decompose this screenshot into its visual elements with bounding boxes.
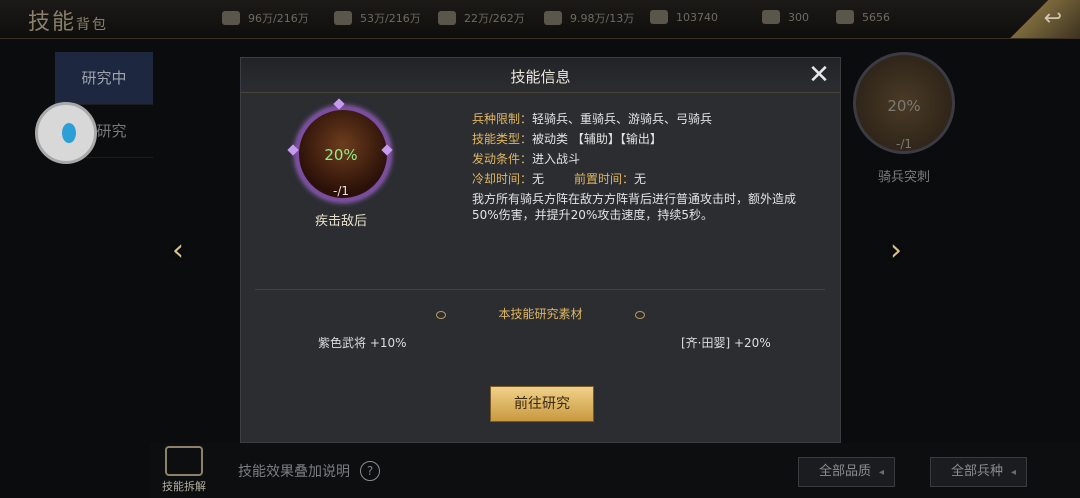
resource-iron: 9.98万/13万 [544,10,634,26]
resource-wood: 53万/216万 [334,10,421,26]
decompose-button[interactable]: 技能拆解 [156,446,212,494]
skill-info-dialog: 技能信息 ✕ 20% -/1 疾击敌后 兵种限制：轻骑兵、重骑兵、游骑兵、弓骑兵… [240,57,841,443]
cooldown-label: 冷却时间： [472,172,533,186]
decompose-label: 技能拆解 [162,480,206,493]
cooldown-value: 无 [532,172,545,186]
dialog-title: 技能信息 [510,68,571,86]
resource-stone: 22万/262万 [438,10,525,26]
divider [255,289,825,290]
resource-troop: 103740 [650,10,718,24]
gold-icon [836,10,854,24]
resource-crown: 300 [762,10,809,24]
resource-value: 103740 [676,10,718,24]
wood-icon [334,11,352,25]
next-arrow-icon[interactable]: › [890,233,902,268]
sidebar: 研究中 已研究 [35,52,153,164]
basket-icon [165,446,203,476]
iron-icon [544,11,562,25]
troop-icon [650,10,668,24]
tab-researching[interactable]: 研究中 [55,52,153,105]
materials-header: 本技能研究素材 [241,305,840,322]
skill-type-value: 被动类 【辅助】【输出】 [532,132,662,146]
prev-arrow-icon[interactable]: ‹ [172,233,184,268]
resource-value: 53万/216万 [360,12,421,25]
back-arrow-icon: ↩ [1043,6,1062,31]
background-skill-count: -/1 [895,137,912,151]
resource-value: 300 [788,10,809,24]
resource-value: 9.98万/13万 [570,12,635,25]
title-main: 技能 [28,10,77,35]
skill-description: 我方所有骑兵方阵在敌方方阵背后进行普通攻击时，额外造成50%伤害，并提升20%攻… [472,192,797,222]
stone-icon [438,11,456,25]
title-sub: 背包 [76,17,109,33]
ornament-icon [634,310,645,319]
troop-limit-value: 轻骑兵、重骑兵、游骑兵、弓骑兵 [532,112,713,126]
resource-wheat: 96万/216万 [222,10,309,26]
screen-title: 技能背包 [28,4,108,36]
go-research-button[interactable]: 前往研究 [490,386,594,422]
resource-value: 5656 [862,10,890,24]
background-skill-icon: 20% -/1 [853,52,955,154]
precast-value: 无 [634,172,647,186]
filter-troop-button[interactable]: 全部兵种 ◂ [930,457,1028,487]
dialog-header: 技能信息 ✕ [241,58,840,93]
help-icon[interactable]: ? [360,461,380,481]
top-bar: 技能背包 96万/216万 53万/216万 22万/262万 9.98万/13… [0,0,1080,39]
back-button[interactable]: ↩ [1010,0,1080,38]
trigger-label: 发动条件： [472,152,533,166]
floating-assistant-button[interactable] [35,102,97,164]
resource-value: 96万/216万 [248,12,309,25]
dropdown-icon: ◂ [1011,467,1017,478]
skill-info-block: 兵种限制：轻骑兵、重骑兵、游骑兵、弓骑兵 技能类型：被动类 【辅助】【输出】 发… [472,109,802,223]
wheat-icon [222,11,240,25]
background-skill-name: 骑兵突刺 [877,170,930,185]
close-icon[interactable]: ✕ [806,62,832,88]
precast-label: 前置时间： [574,172,635,186]
crown-icon [762,10,780,24]
material-purple-general: 紫色武将 +10% [318,336,407,350]
skill-badge: 20% -/1 [287,98,393,204]
resource-gold: 5656 [836,10,890,24]
dropdown-icon: ◂ [879,467,885,478]
skill-count: -/1 [332,184,349,198]
skill-name: 疾击敌后 [314,214,367,229]
trigger-value: 进入战斗 [532,152,581,166]
skill-type-label: 技能类型： [472,132,533,146]
materials-title: 本技能研究素材 [498,307,583,321]
filter-troop-label: 全部兵种 [951,464,1004,479]
effect-note-label: 技能效果叠加说明 [238,464,350,480]
effect-stack-note[interactable]: 技能效果叠加说明 ? [238,461,380,481]
ornament-icon [436,310,447,319]
background-skill-percent: 20% [887,97,921,115]
skill-progress-percent: 20% [324,146,358,164]
troop-limit-label: 兵种限制： [472,112,533,126]
background-skill-card[interactable]: 20% -/1 骑兵突刺 [852,52,956,185]
resource-value: 22万/262万 [464,12,525,25]
filter-quality-button[interactable]: 全部品质 ◂ [798,457,896,487]
filter-quality-label: 全部品质 [819,464,872,479]
material-specific-general: [齐·田婴] +20% [681,336,771,350]
drop-icon [62,123,76,143]
